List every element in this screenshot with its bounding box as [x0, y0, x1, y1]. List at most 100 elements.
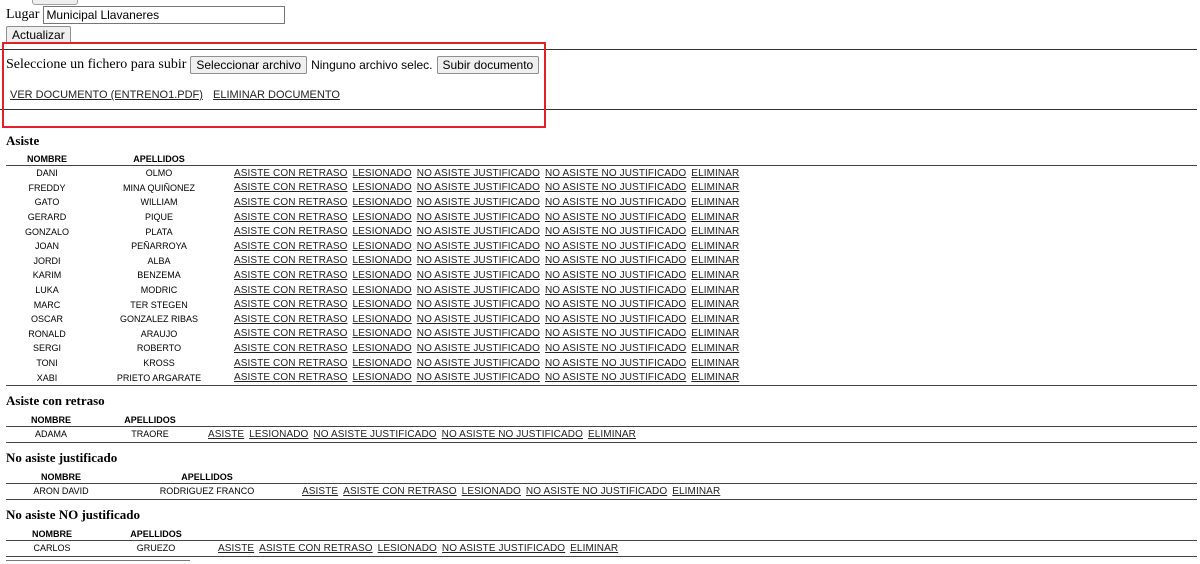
section-title-no-justificado: No asiste NO justificado: [6, 507, 140, 522]
action-link-no-asiste-justificado[interactable]: NO ASISTE JUSTIFICADO: [417, 372, 540, 383]
action-link-lesionado[interactable]: LESIONADO: [353, 314, 412, 325]
action-link-asiste-con-retraso[interactable]: ASISTE CON RETRASO: [234, 241, 348, 252]
action-link-lesionado[interactable]: LESIONADO: [353, 197, 412, 208]
action-link-eliminar[interactable]: ELIMINAR: [691, 241, 739, 252]
action-link-asiste-con-retraso[interactable]: ASISTE CON RETRASO: [234, 270, 348, 281]
action-link-asiste-con-retraso[interactable]: ASISTE CON RETRASO: [234, 299, 348, 310]
action-link-no-asiste-no-justificado[interactable]: NO ASISTE NO JUSTIFICADO: [545, 212, 686, 223]
action-link-eliminar[interactable]: ELIMINAR: [691, 285, 739, 296]
action-link-no-asiste-justificado[interactable]: NO ASISTE JUSTIFICADO: [417, 241, 540, 252]
action-link-lesionado[interactable]: LESIONADO: [353, 226, 412, 237]
action-link-eliminar[interactable]: ELIMINAR: [691, 328, 739, 339]
player-apellidos: PLATA: [145, 226, 173, 237]
action-link-no-asiste-justificado[interactable]: NO ASISTE JUSTIFICADO: [442, 543, 565, 554]
action-link-asiste-con-retraso[interactable]: ASISTE CON RETRASO: [234, 226, 348, 237]
action-link-asiste-con-retraso[interactable]: ASISTE CON RETRASO: [234, 358, 348, 369]
action-link-lesionado[interactable]: LESIONADO: [353, 372, 412, 383]
action-link-no-asiste-justificado[interactable]: NO ASISTE JUSTIFICADO: [417, 358, 540, 369]
retraso-table: NOMBRE APELLIDOS ADAMA TRAORE ASISTE LESION…: [6, 414, 1197, 443]
action-link-lesionado[interactable]: LESIONADO: [353, 270, 412, 281]
action-link-eliminar[interactable]: ELIMINAR: [691, 226, 739, 237]
row-actions: ASISTE CON RETRASO LESIONADO NO ASISTE JUS…: [230, 164, 1197, 181]
action-link-no-asiste-no-justificado[interactable]: NO ASISTE NO JUSTIFICADO: [545, 270, 686, 281]
action-link-no-asiste-justificado[interactable]: NO ASISTE JUSTIFICADO: [417, 343, 540, 354]
action-link-no-asiste-no-justificado[interactable]: NO ASISTE NO JUSTIFICADO: [545, 372, 686, 383]
col-apellidos: APELLIDOS: [181, 472, 233, 482]
action-link-lesionado[interactable]: LESIONADO: [353, 285, 412, 296]
action-link-no-asiste-justificado[interactable]: NO ASISTE JUSTIFICADO: [417, 212, 540, 223]
action-link-lesionado[interactable]: LESIONADO: [353, 328, 412, 339]
action-link-asiste-con-retraso[interactable]: ASISTE CON RETRASO: [259, 543, 373, 554]
row-actions: ASISTE CON RETRASO LESIONADO NO ASISTE JUS…: [230, 239, 1197, 254]
action-link-no-asiste-no-justificado[interactable]: NO ASISTE NO JUSTIFICADO: [545, 226, 686, 237]
action-link-lesionado[interactable]: LESIONADO: [353, 343, 412, 354]
action-link-lesionado[interactable]: LESIONADO: [249, 429, 308, 440]
action-link-eliminar[interactable]: ELIMINAR: [691, 212, 739, 223]
cut-off-button[interactable]: [32, 0, 78, 5]
action-link-no-asiste-justificado[interactable]: NO ASISTE JUSTIFICADO: [417, 197, 540, 208]
action-link-lesionado[interactable]: LESIONADO: [353, 168, 412, 179]
action-link-no-asiste-justificado[interactable]: NO ASISTE JUSTIFICADO: [417, 226, 540, 237]
action-link-no-asiste-justificado[interactable]: NO ASISTE JUSTIFICADO: [417, 328, 540, 339]
action-link-no-asiste-no-justificado[interactable]: NO ASISTE NO JUSTIFICADO: [545, 182, 686, 193]
action-link-asiste-con-retraso[interactable]: ASISTE CON RETRASO: [234, 197, 348, 208]
action-link-eliminar[interactable]: ELIMINAR: [691, 168, 739, 179]
action-link-eliminar[interactable]: ELIMINAR: [691, 314, 739, 325]
action-link-no-asiste-no-justificado[interactable]: NO ASISTE NO JUSTIFICADO: [545, 358, 686, 369]
action-link-no-asiste-justificado[interactable]: NO ASISTE JUSTIFICADO: [417, 285, 540, 296]
action-link-lesionado[interactable]: LESIONADO: [353, 299, 412, 310]
action-link-no-asiste-no-justificado[interactable]: NO ASISTE NO JUSTIFICADO: [545, 314, 686, 325]
action-link-asiste[interactable]: ASISTE: [208, 429, 244, 440]
action-link-eliminar[interactable]: ELIMINAR: [672, 486, 720, 497]
action-link-no-asiste-justificado[interactable]: NO ASISTE JUSTIFICADO: [417, 168, 540, 179]
action-link-no-asiste-no-justificado[interactable]: NO ASISTE NO JUSTIFICADO: [545, 285, 686, 296]
action-link-asiste-con-retraso[interactable]: ASISTE CON RETRASO: [234, 212, 348, 223]
action-link-asiste-con-retraso[interactable]: ASISTE CON RETRASO: [234, 372, 348, 383]
action-link-no-asiste-no-justificado[interactable]: NO ASISTE NO JUSTIFICADO: [442, 429, 583, 440]
action-link-asiste-con-retraso[interactable]: ASISTE CON RETRASO: [234, 328, 348, 339]
action-link-eliminar[interactable]: ELIMINAR: [691, 358, 739, 369]
action-link-eliminar[interactable]: ELIMINAR: [588, 429, 636, 440]
action-link-eliminar[interactable]: ELIMINAR: [691, 299, 739, 310]
action-link-no-asiste-no-justificado[interactable]: NO ASISTE NO JUSTIFICADO: [545, 241, 686, 252]
action-link-eliminar[interactable]: ELIMINAR: [570, 543, 618, 554]
table-row: JOAN PEÑARROYA ASISTE CON RETRASO LESIONADO…: [6, 239, 1197, 254]
action-link-asiste[interactable]: ASISTE: [302, 486, 338, 497]
action-link-no-asiste-justificado[interactable]: NO ASISTE JUSTIFICADO: [417, 299, 540, 310]
action-link-lesionado[interactable]: LESIONADO: [353, 182, 412, 193]
action-link-no-asiste-no-justificado[interactable]: NO ASISTE NO JUSTIFICADO: [545, 168, 686, 179]
action-link-no-asiste-justificado[interactable]: NO ASISTE JUSTIFICADO: [417, 314, 540, 325]
action-link-eliminar[interactable]: ELIMINAR: [691, 343, 739, 354]
action-link-lesionado[interactable]: LESIONADO: [353, 358, 412, 369]
action-link-no-asiste-no-justificado[interactable]: NO ASISTE NO JUSTIFICADO: [545, 343, 686, 354]
action-link-no-asiste-justificado[interactable]: NO ASISTE JUSTIFICADO: [313, 429, 436, 440]
action-link-asiste-con-retraso[interactable]: ASISTE CON RETRASO: [234, 343, 348, 354]
action-link-no-asiste-no-justificado[interactable]: NO ASISTE NO JUSTIFICADO: [526, 486, 667, 497]
action-link-no-asiste-no-justificado[interactable]: NO ASISTE NO JUSTIFICADO: [545, 255, 686, 266]
action-link-asiste-con-retraso[interactable]: ASISTE CON RETRASO: [234, 182, 348, 193]
action-link-lesionado[interactable]: LESIONADO: [462, 486, 521, 497]
action-link-asiste-con-retraso[interactable]: ASISTE CON RETRASO: [343, 486, 457, 497]
action-link-lesionado[interactable]: LESIONADO: [353, 241, 412, 252]
lugar-input[interactable]: [43, 6, 286, 24]
action-link-asiste-con-retraso[interactable]: ASISTE CON RETRASO: [234, 168, 348, 179]
action-link-eliminar[interactable]: ELIMINAR: [691, 255, 739, 266]
action-link-no-asiste-no-justificado[interactable]: NO ASISTE NO JUSTIFICADO: [545, 197, 686, 208]
action-link-lesionado[interactable]: LESIONADO: [353, 212, 412, 223]
action-link-asiste-con-retraso[interactable]: ASISTE CON RETRASO: [234, 285, 348, 296]
action-link-no-asiste-no-justificado[interactable]: NO ASISTE NO JUSTIFICADO: [545, 299, 686, 310]
action-link-eliminar[interactable]: ELIMINAR: [691, 182, 739, 193]
action-link-no-asiste-no-justificado[interactable]: NO ASISTE NO JUSTIFICADO: [545, 328, 686, 339]
action-link-eliminar[interactable]: ELIMINAR: [691, 372, 739, 383]
action-link-eliminar[interactable]: ELIMINAR: [691, 197, 739, 208]
action-link-no-asiste-justificado[interactable]: NO ASISTE JUSTIFICADO: [417, 255, 540, 266]
action-link-lesionado[interactable]: LESIONADO: [353, 255, 412, 266]
action-link-asiste[interactable]: ASISTE: [218, 543, 254, 554]
action-link-lesionado[interactable]: LESIONADO: [378, 543, 437, 554]
action-link-asiste-con-retraso[interactable]: ASISTE CON RETRASO: [234, 255, 348, 266]
action-link-eliminar[interactable]: ELIMINAR: [691, 270, 739, 281]
action-link-no-asiste-justificado[interactable]: NO ASISTE JUSTIFICADO: [417, 182, 540, 193]
action-link-asiste-con-retraso[interactable]: ASISTE CON RETRASO: [234, 314, 348, 325]
player-nombre: ARON DAVID: [6, 483, 116, 500]
action-link-no-asiste-justificado[interactable]: NO ASISTE JUSTIFICADO: [417, 270, 540, 281]
